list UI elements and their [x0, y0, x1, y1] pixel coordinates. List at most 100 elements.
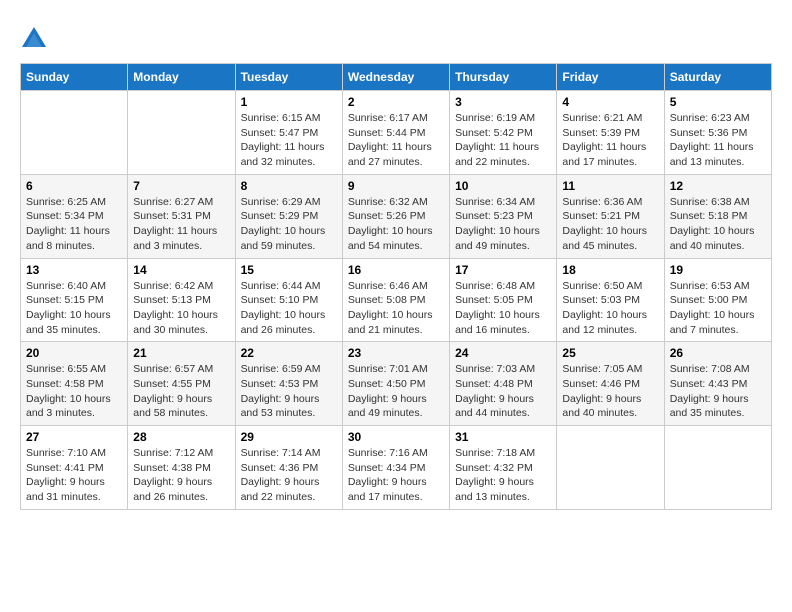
calendar-day-cell: 27Sunrise: 7:10 AM Sunset: 4:41 PM Dayli…	[21, 426, 128, 510]
logo	[20, 25, 52, 53]
day-number: 7	[133, 179, 229, 193]
day-info: Sunrise: 6:59 AM Sunset: 4:53 PM Dayligh…	[241, 362, 337, 421]
calendar-week-row: 1 Sunrise: 6:15 AM Sunset: 5:47 PM Daylig…	[21, 91, 772, 175]
calendar-day-cell	[128, 91, 235, 175]
calendar-day-cell: 4 Sunrise: 6:21 AM Sunset: 5:39 PM Daylig…	[557, 91, 664, 175]
day-info: Sunrise: 6:57 AM Sunset: 4:55 PM Dayligh…	[133, 362, 229, 421]
calendar-day-cell: 19 Sunrise: 6:53 AM Sunset: 5:00 PM Dayli…	[664, 258, 771, 342]
day-info: Sunrise: 6:21 AM Sunset: 5:39 PM Dayligh…	[562, 111, 658, 170]
day-number: 30	[348, 430, 444, 444]
calendar-day-cell: 29 Sunrise: 7:14 AM Sunset: 4:36 PM Dayli…	[235, 426, 342, 510]
calendar-day-cell: 6 Sunrise: 6:25 AM Sunset: 5:34 PM Daylig…	[21, 174, 128, 258]
calendar-day-cell: 30 Sunrise: 7:16 AM Sunset: 4:34 PM Dayli…	[342, 426, 449, 510]
day-number: 31	[455, 430, 551, 444]
calendar-day-cell	[21, 91, 128, 175]
logo-icon	[20, 25, 48, 53]
day-info: Sunrise: 6:55 AM Sunset: 4:58 PM Dayligh…	[26, 362, 122, 421]
calendar-day-cell	[557, 426, 664, 510]
day-number: 23	[348, 346, 444, 360]
day-number: 12	[670, 179, 766, 193]
calendar-day-cell: 5 Sunrise: 6:23 AM Sunset: 5:36 PM Daylig…	[664, 91, 771, 175]
weekday-header-monday: Monday	[128, 64, 235, 91]
day-number: 16	[348, 263, 444, 277]
calendar-day-cell: 25 Sunrise: 7:05 AM Sunset: 4:46 PM Dayli…	[557, 342, 664, 426]
day-info: Sunrise: 7:03 AM Sunset: 4:48 PM Dayligh…	[455, 362, 551, 421]
day-info: Sunrise: 6:50 AM Sunset: 5:03 PM Dayligh…	[562, 279, 658, 338]
day-number: 26	[670, 346, 766, 360]
day-number: 20	[26, 346, 122, 360]
calendar-day-cell: 2 Sunrise: 6:17 AM Sunset: 5:44 PM Daylig…	[342, 91, 449, 175]
page-header	[20, 20, 772, 53]
day-info: Sunrise: 6:44 AM Sunset: 5:10 PM Dayligh…	[241, 279, 337, 338]
day-info: Sunrise: 6:34 AM Sunset: 5:23 PM Dayligh…	[455, 195, 551, 254]
calendar-table: SundayMondayTuesdayWednesdayThursdayFrid…	[20, 63, 772, 510]
calendar-day-cell: 26Sunrise: 7:08 AM Sunset: 4:43 PM Dayli…	[664, 342, 771, 426]
day-info: Sunrise: 6:23 AM Sunset: 5:36 PM Dayligh…	[670, 111, 766, 170]
day-number: 8	[241, 179, 337, 193]
day-number: 2	[348, 95, 444, 109]
day-number: 19	[670, 263, 766, 277]
day-number: 14	[133, 263, 229, 277]
calendar-day-cell: 12 Sunrise: 6:38 AM Sunset: 5:18 PM Dayli…	[664, 174, 771, 258]
calendar-day-cell: 13 Sunrise: 6:40 AM Sunset: 5:15 PM Dayli…	[21, 258, 128, 342]
day-number: 9	[348, 179, 444, 193]
day-info: Sunrise: 7:01 AM Sunset: 4:50 PM Dayligh…	[348, 362, 444, 421]
calendar-week-row: 27Sunrise: 7:10 AM Sunset: 4:41 PM Dayli…	[21, 426, 772, 510]
calendar-day-cell: 16Sunrise: 6:46 AM Sunset: 5:08 PM Dayli…	[342, 258, 449, 342]
weekday-header-wednesday: Wednesday	[342, 64, 449, 91]
day-number: 17	[455, 263, 551, 277]
calendar-day-cell: 21 Sunrise: 6:57 AM Sunset: 4:55 PM Dayli…	[128, 342, 235, 426]
day-info: Sunrise: 6:25 AM Sunset: 5:34 PM Dayligh…	[26, 195, 122, 254]
calendar-day-cell: 14 Sunrise: 6:42 AM Sunset: 5:13 PM Dayli…	[128, 258, 235, 342]
day-info: Sunrise: 6:36 AM Sunset: 5:21 PM Dayligh…	[562, 195, 658, 254]
day-number: 18	[562, 263, 658, 277]
weekday-header-sunday: Sunday	[21, 64, 128, 91]
day-info: Sunrise: 7:10 AM Sunset: 4:41 PM Dayligh…	[26, 446, 122, 505]
calendar-day-cell: 17 Sunrise: 6:48 AM Sunset: 5:05 PM Dayli…	[450, 258, 557, 342]
calendar-day-cell: 7Sunrise: 6:27 AM Sunset: 5:31 PM Daylig…	[128, 174, 235, 258]
day-number: 25	[562, 346, 658, 360]
day-number: 28	[133, 430, 229, 444]
day-info: Sunrise: 7:16 AM Sunset: 4:34 PM Dayligh…	[348, 446, 444, 505]
calendar-day-cell	[664, 426, 771, 510]
day-info: Sunrise: 6:29 AM Sunset: 5:29 PM Dayligh…	[241, 195, 337, 254]
day-info: Sunrise: 7:05 AM Sunset: 4:46 PM Dayligh…	[562, 362, 658, 421]
weekday-header-thursday: Thursday	[450, 64, 557, 91]
calendar-day-cell: 15 Sunrise: 6:44 AM Sunset: 5:10 PM Dayli…	[235, 258, 342, 342]
day-number: 13	[26, 263, 122, 277]
calendar-day-cell: 20 Sunrise: 6:55 AM Sunset: 4:58 PM Dayli…	[21, 342, 128, 426]
weekday-header-friday: Friday	[557, 64, 664, 91]
calendar-day-cell: 22 Sunrise: 6:59 AM Sunset: 4:53 PM Dayli…	[235, 342, 342, 426]
day-info: Sunrise: 6:15 AM Sunset: 5:47 PM Dayligh…	[241, 111, 337, 170]
day-number: 6	[26, 179, 122, 193]
calendar-day-cell: 23 Sunrise: 7:01 AM Sunset: 4:50 PM Dayli…	[342, 342, 449, 426]
calendar-day-cell: 24 Sunrise: 7:03 AM Sunset: 4:48 PM Dayli…	[450, 342, 557, 426]
day-number: 29	[241, 430, 337, 444]
day-number: 1	[241, 95, 337, 109]
weekday-header-saturday: Saturday	[664, 64, 771, 91]
day-number: 15	[241, 263, 337, 277]
day-info: Sunrise: 7:14 AM Sunset: 4:36 PM Dayligh…	[241, 446, 337, 505]
calendar-day-cell: 31 Sunrise: 7:18 AM Sunset: 4:32 PM Dayli…	[450, 426, 557, 510]
calendar-day-cell: 18 Sunrise: 6:50 AM Sunset: 5:03 PM Dayli…	[557, 258, 664, 342]
calendar-week-row: 20 Sunrise: 6:55 AM Sunset: 4:58 PM Dayli…	[21, 342, 772, 426]
day-info: Sunrise: 6:17 AM Sunset: 5:44 PM Dayligh…	[348, 111, 444, 170]
day-number: 24	[455, 346, 551, 360]
day-info: Sunrise: 6:40 AM Sunset: 5:15 PM Dayligh…	[26, 279, 122, 338]
calendar-week-row: 13 Sunrise: 6:40 AM Sunset: 5:15 PM Dayli…	[21, 258, 772, 342]
day-info: Sunrise: 7:12 AM Sunset: 4:38 PM Dayligh…	[133, 446, 229, 505]
day-info: Sunrise: 6:42 AM Sunset: 5:13 PM Dayligh…	[133, 279, 229, 338]
calendar-day-cell: 1 Sunrise: 6:15 AM Sunset: 5:47 PM Daylig…	[235, 91, 342, 175]
day-number: 5	[670, 95, 766, 109]
calendar-day-cell: 3Sunrise: 6:19 AM Sunset: 5:42 PM Daylig…	[450, 91, 557, 175]
day-number: 22	[241, 346, 337, 360]
calendar-week-row: 6 Sunrise: 6:25 AM Sunset: 5:34 PM Daylig…	[21, 174, 772, 258]
day-number: 21	[133, 346, 229, 360]
day-info: Sunrise: 6:53 AM Sunset: 5:00 PM Dayligh…	[670, 279, 766, 338]
day-info: Sunrise: 6:48 AM Sunset: 5:05 PM Dayligh…	[455, 279, 551, 338]
weekday-header-tuesday: Tuesday	[235, 64, 342, 91]
day-info: Sunrise: 6:38 AM Sunset: 5:18 PM Dayligh…	[670, 195, 766, 254]
day-info: Sunrise: 7:18 AM Sunset: 4:32 PM Dayligh…	[455, 446, 551, 505]
day-number: 4	[562, 95, 658, 109]
day-info: Sunrise: 6:32 AM Sunset: 5:26 PM Dayligh…	[348, 195, 444, 254]
